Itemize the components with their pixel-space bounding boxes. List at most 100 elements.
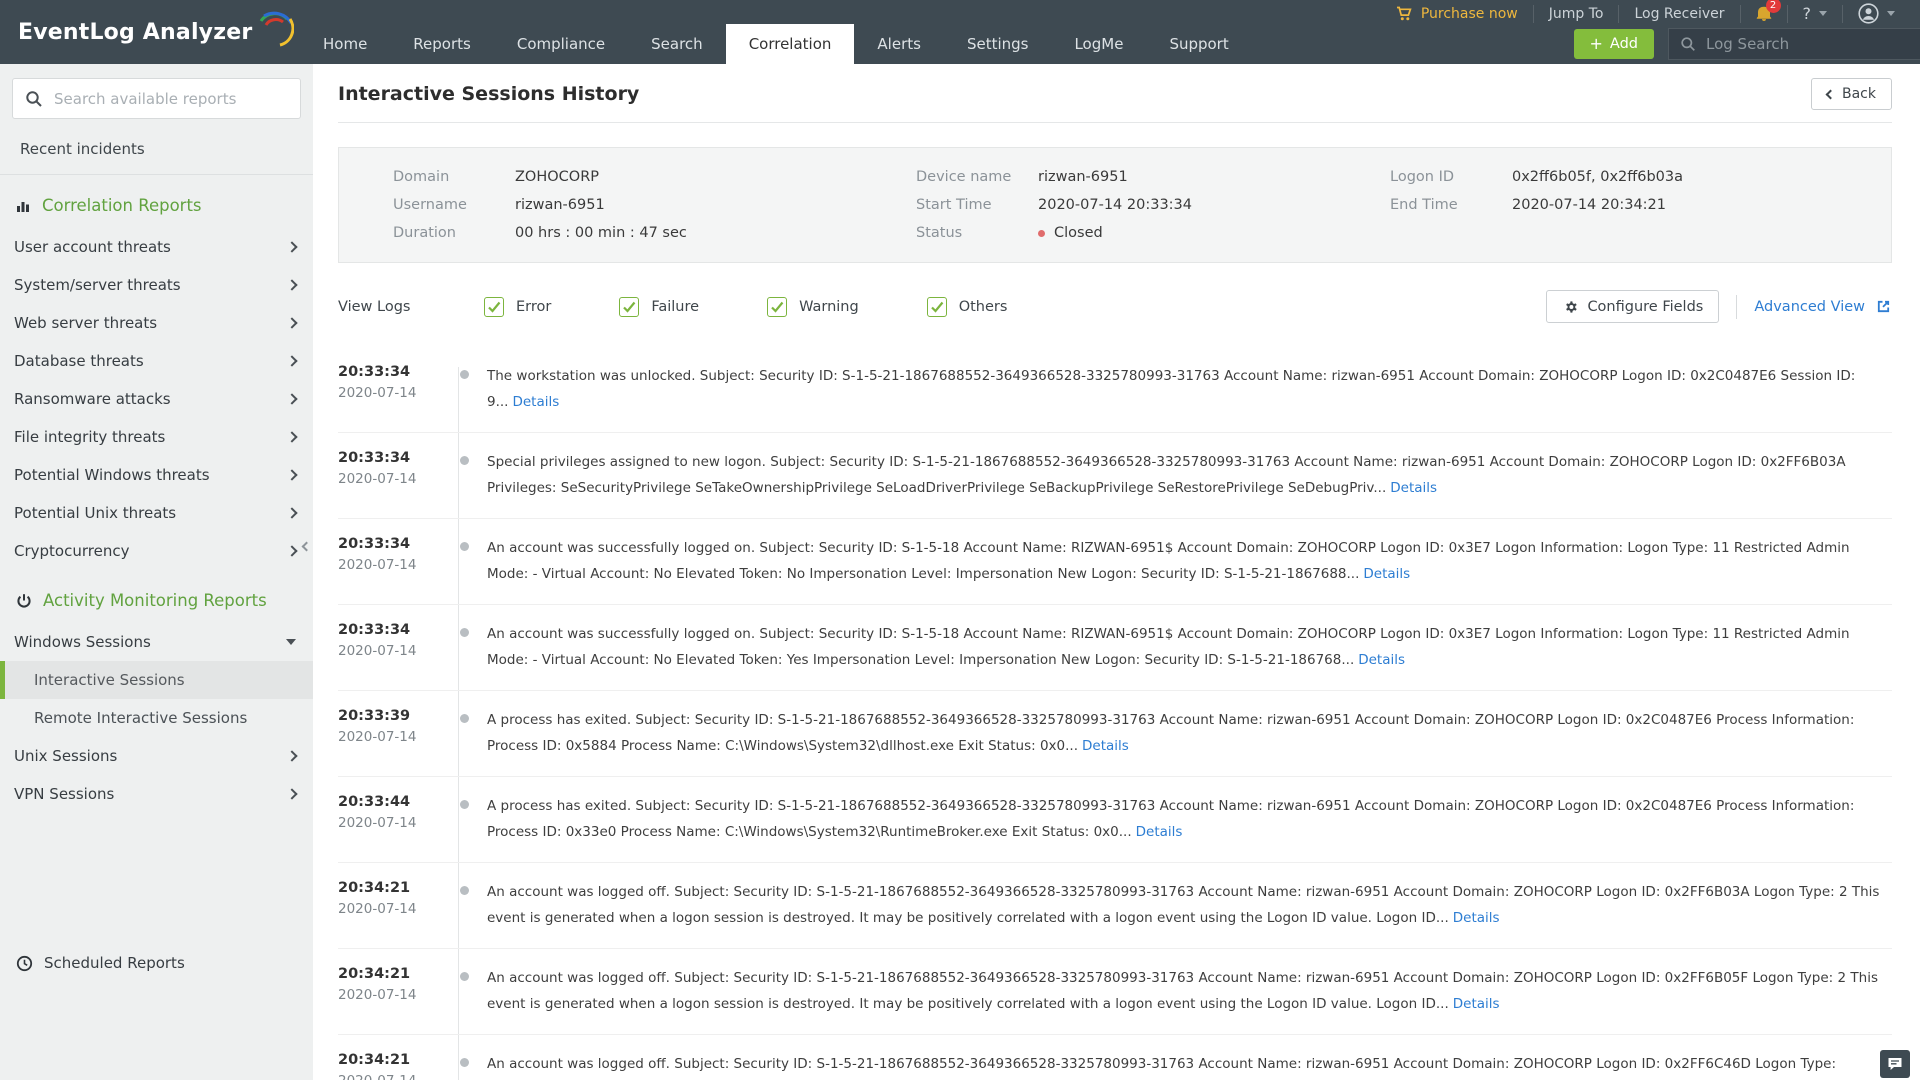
log-receiver-link[interactable]: Log Receiver (1618, 5, 1739, 23)
timeline-dot (460, 542, 469, 551)
sidebar-item-recent-incidents[interactable]: Recent incidents (0, 125, 313, 175)
session-field-value: rizwan-6951 (1038, 169, 1128, 185)
timeline-dot (460, 972, 469, 981)
vertical-divider (1736, 295, 1737, 319)
sidebar-item-cryptocurrency[interactable]: Cryptocurrency (0, 532, 313, 570)
details-link[interactable]: Details (512, 394, 559, 410)
filter-failure[interactable]: Failure (619, 297, 699, 317)
details-link[interactable]: Details (1136, 824, 1183, 840)
sidebar-item-vpn-sessions[interactable]: VPN Sessions (0, 775, 313, 813)
tab-search[interactable]: Search (628, 24, 726, 64)
log-entry-message: An account was successfully logged on. S… (482, 535, 1892, 587)
user-menu[interactable] (1842, 5, 1910, 23)
main-content: Interactive Sessions History Back Domain… (313, 64, 1920, 1080)
sidebar-item-ransomware-attacks[interactable]: Ransomware attacks (0, 380, 313, 418)
help-menu[interactable]: ? (1787, 5, 1843, 23)
chevron-right-icon (286, 469, 297, 480)
sidebar-item-database-threats[interactable]: Database threats (0, 342, 313, 380)
sidebar-item-scheduled-reports[interactable]: Scheduled Reports (0, 942, 313, 984)
tab-logme[interactable]: LogMe (1051, 24, 1146, 64)
details-link[interactable]: Details (1453, 910, 1500, 926)
chevron-right-icon (286, 355, 297, 366)
feedback-chat-button[interactable] (1880, 1050, 1910, 1078)
sidebar-item-user-account-threats[interactable]: User account threats (0, 228, 313, 266)
sidebar-item-system-server-threats[interactable]: System/server threats (0, 266, 313, 304)
log-entry: 20:33:34 2020-07-14 An account was succe… (338, 519, 1892, 605)
report-search-box[interactable] (12, 78, 301, 119)
chevron-right-icon (286, 507, 297, 518)
details-link[interactable]: Details (1363, 566, 1410, 582)
log-entry-time: 20:33:34 (338, 622, 448, 638)
session-field-label: Duration (393, 225, 515, 241)
session-field-value: rizwan-6951 (515, 197, 605, 213)
log-entry-message: The workstation was unlocked. Subject: S… (482, 363, 1892, 415)
sidebar-item-interactive-sessions[interactable]: Interactive Sessions (0, 661, 313, 699)
timeline-dot (460, 1058, 469, 1067)
main-nav: HomeReportsComplianceSearchCorrelationAl… (300, 24, 1252, 64)
add-button-label: Add (1610, 36, 1638, 52)
product-name: EventLog Analyzer (18, 20, 252, 45)
tab-home[interactable]: Home (300, 24, 390, 64)
checkbox[interactable] (927, 297, 947, 317)
chevron-right-icon (286, 788, 297, 799)
sidebar-item-potential-unix-threats[interactable]: Potential Unix threats (0, 494, 313, 532)
details-link[interactable]: Details (1358, 652, 1405, 668)
back-button[interactable]: Back (1811, 78, 1892, 110)
session-field-value: ZOHOCORP (515, 169, 599, 185)
add-button[interactable]: + Add (1574, 29, 1654, 59)
log-entry-date: 2020-07-14 (338, 815, 448, 831)
tab-alerts[interactable]: Alerts (854, 24, 944, 64)
checkbox[interactable] (484, 297, 504, 317)
check-icon (622, 301, 636, 313)
sidebar-item-file-integrity-threats[interactable]: File integrity threats (0, 418, 313, 456)
filter-others[interactable]: Others (927, 297, 1008, 317)
sidebar-item-unix-sessions[interactable]: Unix Sessions (0, 737, 313, 775)
sidebar-item-web-server-threats[interactable]: Web server threats (0, 304, 313, 342)
cart-icon (1396, 6, 1413, 22)
sidebar-item-remote-interactive-sessions[interactable]: Remote Interactive Sessions (0, 699, 313, 737)
page-title: Interactive Sessions History (338, 83, 639, 105)
chevron-down-icon (286, 639, 296, 645)
chevron-right-icon (286, 317, 297, 328)
filter-error[interactable]: Error (484, 297, 551, 317)
sidebar: Recent incidents Correlation Reports Use… (0, 64, 313, 1080)
sidebar-collapse-handle[interactable] (299, 526, 313, 566)
details-link[interactable]: Details (1390, 480, 1437, 496)
sidebar-item-potential-windows-threats[interactable]: Potential Windows threats (0, 456, 313, 494)
gear-icon (1562, 299, 1578, 315)
session-field-device-name: Device name rizwan-6951 (916, 163, 1390, 191)
tab-compliance[interactable]: Compliance (494, 24, 628, 64)
details-link[interactable]: Details (1082, 738, 1129, 754)
notifications-button[interactable]: 2 (1740, 5, 1787, 23)
utility-bar: Purchase now Jump To Log Receiver 2 ? (1381, 0, 1910, 27)
timeline-dot (460, 370, 469, 379)
session-field-duration: Duration 00 hrs : 00 min : 47 sec (393, 219, 916, 247)
tab-correlation[interactable]: Correlation (726, 24, 855, 64)
log-search-input[interactable] (1706, 35, 1906, 53)
report-search-input[interactable] (54, 90, 284, 108)
log-filter-checkboxes: Error Failure Warning Others (484, 297, 1075, 317)
details-link[interactable]: Details (1453, 996, 1500, 1012)
tab-settings[interactable]: Settings (944, 24, 1052, 64)
help-label: ? (1803, 4, 1812, 23)
log-entry-time: 20:34:21 (338, 966, 448, 982)
check-icon (487, 301, 501, 313)
tab-support[interactable]: Support (1146, 24, 1251, 64)
purchase-now-link[interactable]: Purchase now (1381, 5, 1533, 23)
log-search-box[interactable] (1668, 28, 1920, 60)
jump-to-link[interactable]: Jump To (1533, 5, 1619, 23)
checkbox[interactable] (767, 297, 787, 317)
tab-reports[interactable]: Reports (390, 24, 494, 64)
view-logs-label: View Logs (338, 299, 484, 315)
filter-warning[interactable]: Warning (767, 297, 859, 317)
checkbox[interactable] (619, 297, 639, 317)
chevron-right-icon (286, 241, 297, 252)
log-entry-message: A process has exited. Subject: Security … (482, 707, 1892, 759)
sidebar-section-correlation-reports: Correlation Reports User account threats… (0, 175, 313, 570)
sidebar-item-windows-sessions[interactable]: Windows Sessions (0, 623, 313, 661)
back-button-label: Back (1842, 86, 1876, 102)
configure-fields-button[interactable]: Configure Fields (1546, 290, 1719, 323)
clock-icon (16, 955, 33, 972)
advanced-view-link[interactable]: Advanced View (1754, 298, 1892, 315)
log-entry: 20:33:44 2020-07-14 A process has exited… (338, 777, 1892, 863)
